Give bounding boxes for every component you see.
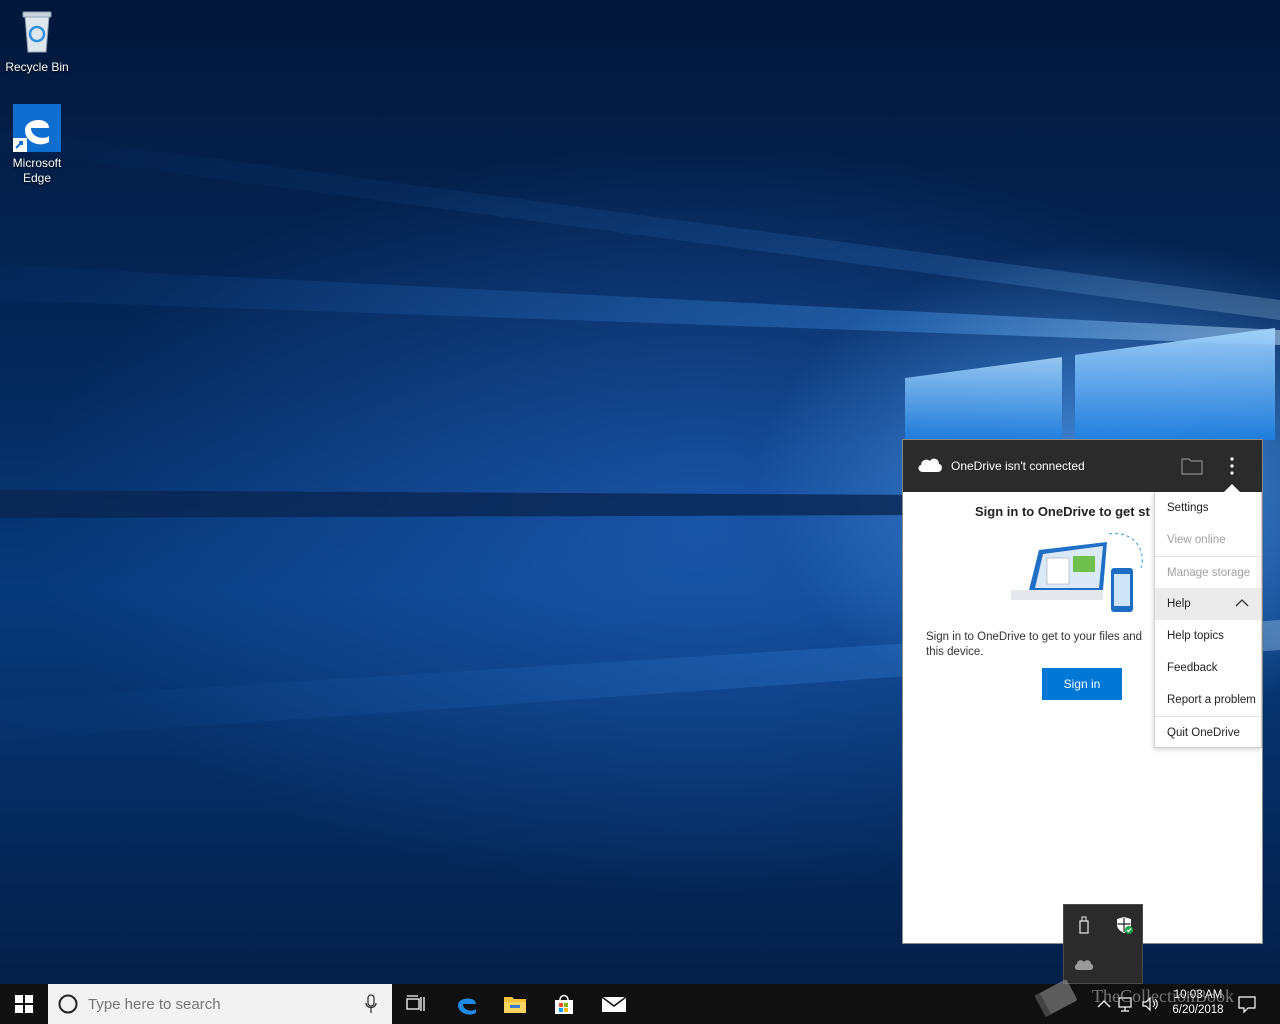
taskbar-search-box[interactable] — [48, 984, 392, 1024]
taskbar-file-explorer-button[interactable] — [491, 984, 539, 1024]
menu-item-label: View online — [1167, 534, 1226, 546]
search-input[interactable] — [88, 995, 358, 1013]
onedrive-header-title: OneDrive isn't connected — [951, 459, 1085, 473]
open-folder-button[interactable] — [1181, 457, 1203, 475]
desktop-icon-label: Recycle Bin — [5, 60, 69, 74]
store-icon — [555, 994, 573, 1014]
onedrive-devices-illustration — [1011, 528, 1153, 620]
chevron-up-icon — [1235, 599, 1249, 607]
recycle-bin-icon — [13, 8, 61, 56]
taskbar: 10:03 AM 6/20/2018 — [0, 984, 1280, 1024]
menu-item-label: Report a problem — [1167, 694, 1256, 706]
more-vertical-icon — [1230, 457, 1234, 475]
menu-item-label: Help — [1167, 598, 1191, 610]
menu-item-view-online[interactable]: View online — [1155, 524, 1261, 556]
menu-caret — [1224, 484, 1240, 492]
task-view-icon — [406, 995, 425, 1011]
edge-icon — [13, 104, 61, 152]
start-button[interactable] — [0, 984, 48, 1024]
desktop-icon-recycle-bin[interactable]: Recycle Bin — [0, 8, 74, 75]
desktop-icon-label: Microsoft Edge — [12, 156, 62, 185]
menu-item-label: Feedback — [1167, 662, 1218, 674]
menu-item-help-topics[interactable]: Help topics — [1155, 620, 1261, 652]
action-center-button[interactable] — [1237, 994, 1257, 1014]
menu-item-report-a-problem[interactable]: Report a problem — [1155, 684, 1261, 716]
onedrive-cloud-icon — [917, 455, 943, 478]
task-view-button[interactable] — [392, 984, 440, 1024]
file-explorer-icon — [504, 997, 526, 1013]
microphone-icon[interactable] — [364, 994, 378, 1014]
onedrive-context-menu: Settings View online Manage storage Help… — [1154, 492, 1262, 748]
watermark-text: TheCollectionBook — [1092, 986, 1234, 1006]
menu-item-feedback[interactable]: Feedback — [1155, 652, 1261, 684]
menu-item-manage-storage[interactable]: Manage storage — [1155, 556, 1261, 588]
menu-item-help[interactable]: Help — [1155, 588, 1261, 620]
folder-icon — [1181, 458, 1203, 475]
menu-item-label: Quit OneDrive — [1167, 726, 1240, 739]
taskbar-mail-button[interactable] — [590, 984, 638, 1024]
edge-icon — [458, 998, 476, 1015]
onedrive-heading: Sign in to OneDrive to get st — [975, 504, 1150, 519]
menu-item-label: Help topics — [1167, 630, 1224, 642]
sign-in-button[interactable]: Sign in — [1042, 668, 1122, 700]
more-options-button[interactable] — [1221, 454, 1243, 478]
onedrive-body-text: Sign in to OneDrive to get to your files… — [926, 631, 1143, 658]
usb-device-icon[interactable] — [1074, 915, 1094, 935]
taskbar-store-button[interactable] — [540, 984, 588, 1024]
menu-item-quit-onedrive[interactable]: Quit OneDrive — [1155, 716, 1261, 748]
windows-defender-icon[interactable] — [1114, 915, 1134, 935]
mail-icon — [601, 996, 627, 1012]
watermark-book-icon — [1030, 972, 1082, 1024]
menu-item-label: Settings — [1167, 502, 1209, 514]
menu-item-label: Manage storage — [1167, 566, 1251, 579]
windows-logo-icon — [15, 995, 33, 1013]
desktop-icon-microsoft-edge[interactable]: Microsoft Edge — [0, 104, 74, 186]
notifications-icon — [1238, 996, 1256, 1014]
onedrive-header: OneDrive isn't connected — [903, 440, 1262, 492]
taskbar-edge-button[interactable] — [443, 984, 491, 1024]
cortana-icon — [58, 994, 78, 1014]
menu-item-settings[interactable]: Settings — [1155, 492, 1261, 524]
